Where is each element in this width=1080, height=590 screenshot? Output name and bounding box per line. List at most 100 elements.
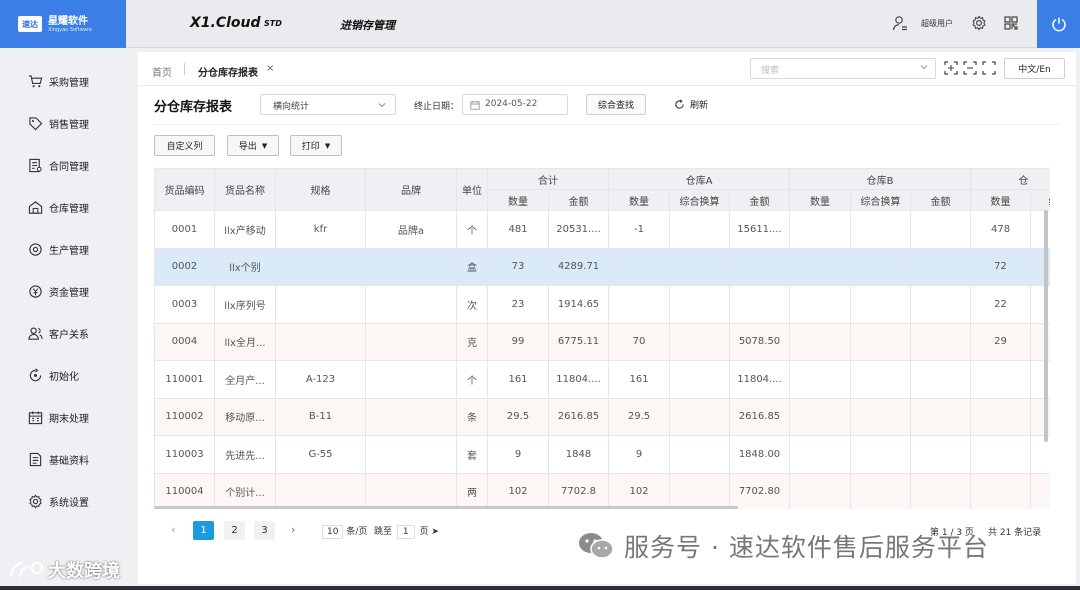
user-icon[interactable] bbox=[892, 15, 908, 31]
table-row[interactable]: 110001 全月产... A-123 个 161 11804.... 161 … bbox=[154, 360, 1050, 399]
column-header[interactable]: 单位 bbox=[456, 168, 488, 211]
cell-a-qty bbox=[608, 285, 670, 324]
cell-c-qty: 72 bbox=[970, 247, 1032, 286]
fit-screen-icon[interactable] bbox=[944, 61, 958, 75]
sidebar-item-init[interactable]: 初始化 bbox=[28, 366, 79, 384]
column-header[interactable]: 金额 bbox=[909, 189, 972, 211]
cell-unit: 两 bbox=[456, 472, 488, 509]
sidebar-item-label: 基础资料 bbox=[49, 455, 89, 467]
prev-page-button[interactable]: ‹ bbox=[171, 523, 175, 536]
column-header[interactable]: 数量 bbox=[970, 189, 1032, 211]
brand-logo[interactable]: 速达 星耀软件 Xingyao Software bbox=[0, 0, 126, 48]
tab-bar: 首页 分仓库存报表 × 搜索 中文/En bbox=[138, 52, 1076, 86]
stat-mode-select[interactable]: 横向统计 bbox=[260, 94, 396, 115]
cell-a-conv bbox=[669, 360, 730, 399]
cell-code: 110002 bbox=[154, 397, 215, 436]
table-row[interactable]: 110004 个别计... 两 102 7702.8 102 7702.80 bbox=[154, 472, 1050, 509]
inventory-table: 货品编码 货品名称 规格 品牌 单位 合计 仓库A 仓库B 仓 数量 金额 数量… bbox=[154, 168, 1050, 509]
settings-gear-icon[interactable] bbox=[971, 15, 987, 31]
table-row[interactable]: 0001 llx产移动 kfr 品牌a 个 481 20531.... -1 1… bbox=[154, 210, 1050, 249]
app-edition: STD bbox=[264, 19, 282, 28]
table-row[interactable]: 110003 先进先... G-55 套 9 1848 9 1848.00 bbox=[154, 435, 1050, 474]
refresh-button[interactable]: 刷新 bbox=[674, 98, 708, 111]
shrink-screen-icon[interactable] bbox=[963, 61, 977, 75]
table-row[interactable]: 0003 llx序列号 次 23 1914.65 22 bbox=[154, 285, 1050, 324]
chevron-down-icon bbox=[378, 103, 386, 108]
next-page-button[interactable]: › bbox=[291, 523, 295, 536]
caret-down-icon: ▼ bbox=[324, 141, 331, 150]
sidebar-item-label: 采购管理 bbox=[49, 77, 89, 89]
cell-name: 全月产... bbox=[214, 360, 276, 399]
sidebar-item-label: 客户关系 bbox=[49, 329, 89, 341]
page-size-select[interactable]: 10 条/页 bbox=[322, 524, 367, 539]
sidebar-item-settings[interactable]: 系统设置 bbox=[28, 492, 89, 510]
sidebar-item-finance[interactable]: 资金管理 bbox=[28, 282, 89, 300]
sidebar-item-production[interactable]: 生产管理 bbox=[28, 240, 89, 258]
tab-inventory-report[interactable]: 分仓库存报表 bbox=[198, 64, 258, 79]
sidebar-item-period-end[interactable]: 期末处理 bbox=[28, 408, 89, 426]
cell-total-qty: 102 bbox=[487, 472, 549, 509]
custom-columns-button[interactable]: 自定义列 bbox=[154, 135, 215, 156]
tab-close-icon[interactable]: × bbox=[266, 63, 274, 74]
contract-icon bbox=[29, 158, 42, 172]
cell-c-qty: 22 bbox=[970, 285, 1032, 324]
table-row[interactable]: 0004 llx全月... 克 99 6775.11 70 5078.50 29 bbox=[154, 322, 1050, 361]
logo-text: 星耀软件 Xingyao Software bbox=[48, 16, 92, 33]
cell-b-conv bbox=[850, 210, 911, 249]
cell-b-amount bbox=[909, 397, 972, 436]
language-toggle-button[interactable]: 中文/En bbox=[1004, 58, 1065, 79]
sidebar-item-contract[interactable]: 合同管理 bbox=[28, 156, 89, 174]
column-header[interactable]: 货品编码 bbox=[154, 168, 215, 211]
sidebar-item-label: 系统设置 bbox=[49, 497, 89, 509]
print-button[interactable]: 打印 ▼ bbox=[290, 135, 342, 156]
cell-unit: 克 bbox=[456, 322, 488, 361]
sidebar-item-warehouse[interactable]: 仓库管理 bbox=[28, 198, 89, 216]
column-header[interactable]: 综 bbox=[1030, 189, 1050, 211]
top-bar: 速达 星耀软件 Xingyao Software X1.Cloud STD 进销… bbox=[0, 0, 1080, 48]
cell-a-conv bbox=[669, 210, 730, 249]
column-header[interactable]: 综合换算 bbox=[669, 189, 730, 211]
export-button[interactable]: 导出 ▼ bbox=[227, 135, 279, 156]
horizontal-scrollbar[interactable] bbox=[154, 506, 738, 509]
page-number-button[interactable]: 3 bbox=[254, 521, 275, 540]
tab-home[interactable]: 首页 bbox=[152, 64, 172, 79]
sidebar-item-sales[interactable]: 销售管理 bbox=[28, 114, 89, 132]
cell-a-amount: 15611.... bbox=[729, 210, 790, 249]
cell-c-qty bbox=[970, 397, 1032, 436]
send-icon[interactable]: ➤ bbox=[431, 527, 439, 537]
column-header[interactable]: 数量 bbox=[789, 189, 851, 211]
search-placeholder: 搜索 bbox=[761, 66, 780, 76]
fullscreen-icon[interactable] bbox=[982, 61, 996, 75]
advanced-search-button[interactable]: 综合查找 bbox=[586, 94, 646, 115]
sidebar-item-label: 初始化 bbox=[49, 371, 79, 383]
column-header[interactable]: 金额 bbox=[729, 189, 790, 211]
column-header[interactable]: 综合换算 bbox=[850, 189, 911, 211]
end-date-input[interactable]: 2024-05-22 bbox=[462, 94, 568, 115]
table-row[interactable]: 110002 移动原... B-11 条 29.5 2616.85 29.5 2… bbox=[154, 397, 1050, 436]
cell-unit: 条 bbox=[456, 397, 488, 436]
main-panel: 首页 分仓库存报表 × 搜索 中文/En 分仓库存报表 横向统计 终止日期： 2… bbox=[138, 52, 1076, 584]
search-input[interactable]: 搜索 bbox=[750, 58, 936, 79]
logo-name: 星耀软件 bbox=[48, 15, 88, 27]
column-header[interactable]: 数量 bbox=[608, 189, 670, 211]
cell-b-amount bbox=[909, 360, 972, 399]
cell-total-qty: 481 bbox=[487, 210, 549, 249]
vertical-scrollbar[interactable] bbox=[1044, 210, 1048, 442]
column-header[interactable]: 数量 bbox=[487, 189, 549, 211]
user-name[interactable]: 超级用户 bbox=[921, 18, 953, 29]
cell-name: llx全月... bbox=[214, 322, 276, 361]
page-number-button[interactable]: 1 bbox=[193, 521, 214, 540]
apps-grid-icon[interactable] bbox=[1003, 15, 1019, 31]
column-header[interactable]: 货品名称 bbox=[214, 168, 276, 211]
sidebar-item-customer[interactable]: 客户关系 bbox=[28, 324, 89, 342]
cell-unit: 套 bbox=[456, 435, 488, 474]
sidebar-item-purchase[interactable]: 采购管理 bbox=[28, 72, 89, 90]
page-jump-input[interactable]: 1 bbox=[396, 525, 415, 539]
column-header[interactable]: 金额 bbox=[548, 189, 609, 211]
sidebar-item-basic-data[interactable]: 基础资料 bbox=[28, 450, 89, 468]
table-row-selected[interactable]: 0002 llx个别 盒 73 4289.71 72 bbox=[154, 247, 1050, 286]
power-button[interactable] bbox=[1037, 0, 1080, 48]
page-number-button[interactable]: 2 bbox=[224, 521, 245, 540]
column-header[interactable]: 品牌 bbox=[365, 168, 457, 211]
column-header[interactable]: 规格 bbox=[275, 168, 366, 211]
